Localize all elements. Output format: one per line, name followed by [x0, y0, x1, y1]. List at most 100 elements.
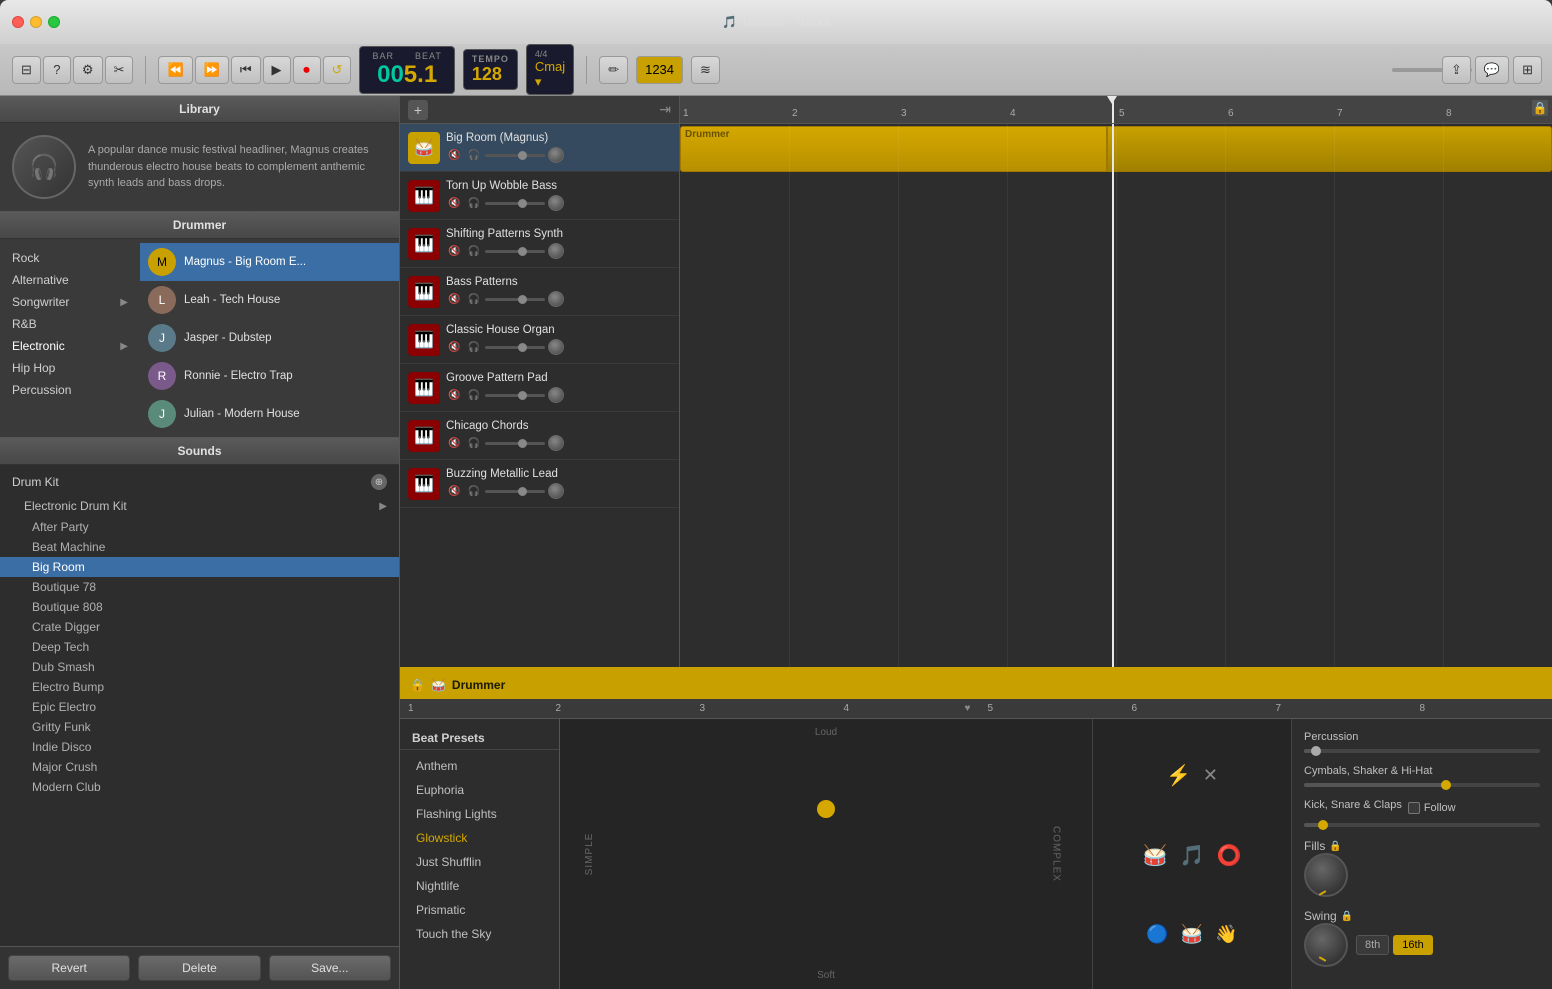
track-pan-2[interactable] — [548, 243, 564, 259]
sound-indie-disco[interactable]: Indie Disco — [0, 737, 399, 757]
track-pan-3[interactable] — [548, 291, 564, 307]
track-volume-2[interactable] — [485, 250, 545, 253]
fills-knob[interactable] — [1304, 853, 1348, 897]
scissors-btn[interactable]: ✂ — [105, 56, 134, 84]
track-volume-4[interactable] — [485, 346, 545, 349]
play-btn[interactable]: ▶ — [263, 56, 291, 84]
headphone-btn-1[interactable]: 🎧 — [465, 197, 481, 210]
sound-crate-digger[interactable]: Crate Digger — [0, 617, 399, 637]
drummer-category-electronic[interactable]: Electronic ▶ — [0, 335, 140, 357]
mute-btn-3[interactable]: 🔇 — [446, 293, 462, 306]
hihat-icon[interactable]: 🥁 — [1143, 843, 1168, 868]
save-btn[interactable]: Save... — [269, 955, 391, 981]
drummer-entry-0[interactable]: M Magnus - Big Room E... — [140, 243, 399, 281]
track-item-0[interactable]: 🥁 Big Room (Magnus) 🔇 🎧 — [400, 124, 679, 172]
equalizer-btn[interactable]: ≋ — [691, 56, 720, 84]
add-drum-kit-btn[interactable]: ⊕ — [371, 474, 387, 490]
note-8th-btn[interactable]: 8th — [1356, 935, 1389, 955]
track-pan-0[interactable] — [548, 147, 564, 163]
pencil-btn[interactable]: ✏ — [599, 56, 628, 84]
key-dropdown-icon[interactable]: ▾ — [535, 74, 542, 89]
drummer-category-rnb[interactable]: R&B — [0, 313, 140, 335]
drummer-category-rock[interactable]: Rock — [0, 247, 140, 269]
headphone-btn-3[interactable]: 🎧 — [465, 293, 481, 306]
kick-icon[interactable]: 🔵 — [1146, 924, 1168, 945]
minimize-button[interactable] — [30, 16, 42, 28]
timeline-content[interactable]: Drummer (function() { const bars = 80; l… — [680, 124, 1552, 667]
smart-controls-btn[interactable]: 1234 — [636, 56, 683, 84]
lightning-icon[interactable]: ⚡ — [1166, 763, 1191, 788]
headphone-btn-7[interactable]: 🎧 — [465, 485, 481, 498]
sound-deep-tech[interactable]: Deep Tech — [0, 637, 399, 657]
headphone-btn-6[interactable]: 🎧 — [465, 437, 481, 450]
cymbal-icon[interactable]: ⭕ — [1216, 843, 1241, 868]
kick-slider[interactable] — [1304, 823, 1540, 827]
mute-btn-5[interactable]: 🔇 — [446, 389, 462, 402]
drummer-entry-4[interactable]: J Julian - Modern House — [140, 395, 399, 433]
sound-electro-bump[interactable]: Electro Bump — [0, 677, 399, 697]
rewind-btn[interactable]: ⏪ — [158, 56, 192, 84]
track-volume-1[interactable] — [485, 202, 545, 205]
drummer-entry-2[interactable]: J Jasper - Dubstep — [140, 319, 399, 357]
to-start-btn[interactable]: ⏮ — [231, 56, 261, 84]
drummer-entry-3[interactable]: R Ronnie - Electro Trap — [140, 357, 399, 395]
forward-btn[interactable]: ⏩ — [195, 56, 229, 84]
track-volume-3[interactable] — [485, 298, 545, 301]
track-pan-7[interactable] — [548, 483, 564, 499]
sounds-drum-kit[interactable]: Drum Kit ⊕ — [0, 469, 399, 495]
drummer-region-post[interactable]: (function() { const bars = 80; let svgCo… — [1107, 126, 1552, 172]
drummer-region-pre[interactable]: Drummer (function() { const bars = 80; l… — [680, 126, 1107, 172]
sound-boutique-78[interactable]: Boutique 78 — [0, 577, 399, 597]
headphone-btn-4[interactable]: 🎧 — [465, 341, 481, 354]
track-item-1[interactable]: 🎹 Torn Up Wobble Bass 🔇 🎧 — [400, 172, 679, 220]
preset-just-shufflin[interactable]: Just Shufflin — [400, 850, 559, 874]
mute-btn-0[interactable]: 🔇 — [446, 149, 462, 162]
sound-boutique-808[interactable]: Boutique 808 — [0, 597, 399, 617]
track-volume-0[interactable] — [485, 154, 545, 157]
share-btn[interactable]: ⇪ — [1442, 56, 1471, 84]
preset-anthem[interactable]: Anthem — [400, 754, 559, 778]
chat-btn[interactable]: 💬 — [1475, 56, 1509, 84]
track-list-options-btn[interactable]: ⇥ — [659, 101, 671, 118]
grid-btn[interactable]: ⊞ — [1513, 56, 1542, 84]
follow-check[interactable] — [1408, 802, 1420, 814]
cross-icon[interactable]: ✕ — [1203, 765, 1218, 786]
track-item-2[interactable]: 🎹 Shifting Patterns Synth 🔇 🎧 — [400, 220, 679, 268]
library-btn[interactable]: ⊟ — [12, 56, 41, 84]
preset-nightlife[interactable]: Nightlife — [400, 874, 559, 898]
drummer-category-percussion[interactable]: Percussion — [0, 379, 140, 401]
snare-icon[interactable]: 🥁 — [1181, 924, 1203, 945]
revert-btn[interactable]: Revert — [8, 955, 130, 981]
sound-after-party[interactable]: After Party — [0, 517, 399, 537]
track-item-6[interactable]: 🎹 Chicago Chords 🔇 🎧 — [400, 412, 679, 460]
track-volume-5[interactable] — [485, 394, 545, 397]
sound-epic-electro[interactable]: Epic Electro — [0, 697, 399, 717]
swing-knob[interactable] — [1304, 923, 1348, 967]
tempo-display[interactable]: TEMPO 128 — [463, 49, 518, 90]
loop-btn[interactable]: ↺ — [323, 56, 352, 84]
close-button[interactable] — [12, 16, 24, 28]
sound-beat-machine[interactable]: Beat Machine — [0, 537, 399, 557]
maximize-button[interactable] — [48, 16, 60, 28]
preset-prismatic[interactable]: Prismatic — [400, 898, 559, 922]
track-pan-1[interactable] — [548, 195, 564, 211]
help-btn[interactable]: ? — [43, 56, 71, 84]
sound-big-room[interactable]: Big Room — [0, 557, 399, 577]
clap-icon[interactable]: 👋 — [1215, 924, 1237, 945]
swing-lock-icon[interactable]: 🔒 — [1341, 911, 1353, 922]
track-pan-6[interactable] — [548, 435, 564, 451]
drummer-category-hiphop[interactable]: Hip Hop — [0, 357, 140, 379]
mute-btn-2[interactable]: 🔇 — [446, 245, 462, 258]
sound-dub-smash[interactable]: Dub Smash — [0, 657, 399, 677]
sound-modern-club[interactable]: Modern Club — [0, 777, 399, 797]
fills-lock-icon[interactable]: 🔒 — [1329, 841, 1341, 852]
follow-checkbox[interactable]: Follow — [1408, 802, 1456, 814]
drummer-pad-area[interactable]: Loud Soft Simple Complex — [560, 719, 1092, 989]
track-item-3[interactable]: 🎹 Bass Patterns 🔇 🎧 — [400, 268, 679, 316]
sound-major-crush[interactable]: Major Crush — [0, 757, 399, 777]
track-item-5[interactable]: 🎹 Groove Pattern Pad 🔇 🎧 — [400, 364, 679, 412]
preset-flashing-lights[interactable]: Flashing Lights — [400, 802, 559, 826]
lock-btn[interactable]: 🔒 — [1532, 100, 1548, 116]
drummer-category-alternative[interactable]: Alternative — [0, 269, 140, 291]
track-volume-6[interactable] — [485, 442, 545, 445]
